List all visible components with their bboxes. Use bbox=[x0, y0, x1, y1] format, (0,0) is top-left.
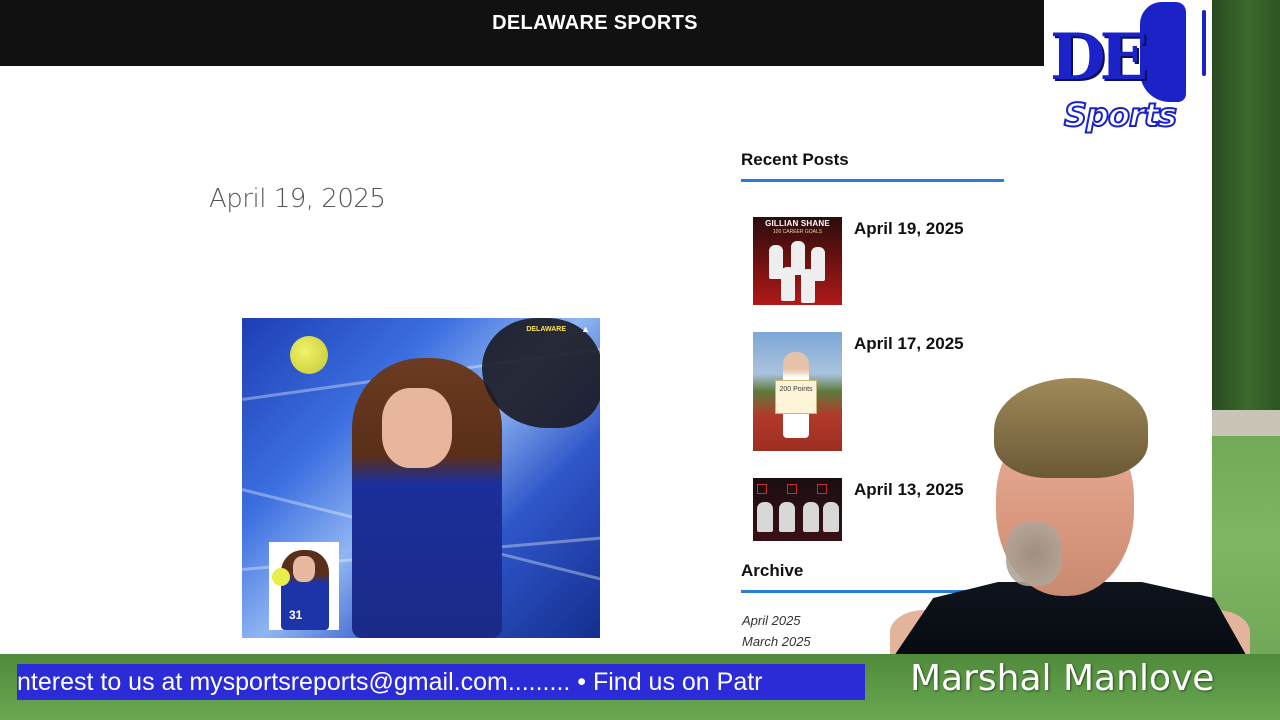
jersey-number: 31 bbox=[289, 608, 303, 622]
host-hair bbox=[994, 378, 1148, 478]
school-logo-icon bbox=[817, 484, 827, 494]
delaware-state-icon bbox=[1140, 2, 1186, 102]
recent-post-link[interactable]: April 17, 2025 bbox=[854, 334, 964, 354]
person-figure bbox=[803, 502, 819, 532]
host-webcam bbox=[890, 372, 1250, 662]
thumb-title: GILLIAN SHANE bbox=[765, 219, 830, 228]
ticker-text: nterest to us at mysportsreports@gmail.c… bbox=[17, 668, 763, 696]
player-figure bbox=[801, 269, 815, 303]
person-figure bbox=[779, 502, 795, 532]
archive-link[interactable]: April 2025 bbox=[742, 613, 801, 628]
person-figure bbox=[823, 502, 839, 532]
background-tree bbox=[1200, 0, 1280, 420]
scrollbar[interactable] bbox=[1202, 10, 1206, 76]
player-face bbox=[382, 388, 452, 468]
recent-posts-title: Recent Posts bbox=[741, 150, 849, 169]
brand-tag: DELAWARE bbox=[526, 326, 566, 333]
school-logo-icon bbox=[787, 484, 797, 494]
site-header: DELAWARE SPORTS bbox=[0, 0, 1212, 66]
person-figure bbox=[757, 502, 773, 532]
recent-post-thumb[interactable]: GILLIAN SHANE 100 CAREER GOALS bbox=[753, 217, 842, 305]
recent-post-thumb[interactable] bbox=[753, 478, 842, 541]
news-ticker: nterest to us at mysportsreports@gmail.c… bbox=[17, 664, 865, 700]
de-sports-logo: DE Sports bbox=[1044, 0, 1212, 160]
softball-icon bbox=[290, 336, 328, 374]
thumb-subtitle: 100 CAREER GOALS bbox=[772, 229, 823, 235]
softball-icon bbox=[272, 568, 290, 586]
archive-title: Archive bbox=[741, 561, 804, 580]
inset-photo: 31 bbox=[269, 542, 339, 630]
recent-post-thumb[interactable]: 200 Points bbox=[753, 332, 842, 451]
recent-post-link[interactable]: April 19, 2025 bbox=[854, 219, 964, 239]
site-title[interactable]: DELAWARE SPORTS bbox=[0, 12, 1190, 35]
player-figure bbox=[781, 267, 795, 301]
post-date: April 19, 2025 bbox=[209, 184, 386, 214]
host-name: Marshal Manlove bbox=[910, 658, 1215, 699]
featured-image[interactable]: DELAWARE ▲ 31 bbox=[242, 318, 600, 638]
logo-word: Sports bbox=[1063, 95, 1178, 135]
poster-sign: 200 Points bbox=[775, 380, 817, 414]
host-beard bbox=[1006, 522, 1062, 586]
adidas-icon: ▲ bbox=[581, 324, 590, 334]
archive-link[interactable]: March 2025 bbox=[742, 634, 811, 649]
recent-posts-rule bbox=[741, 179, 1004, 182]
school-logo-icon bbox=[757, 484, 767, 494]
inset-face bbox=[293, 556, 315, 582]
logo-letters: DE bbox=[1050, 20, 1148, 95]
